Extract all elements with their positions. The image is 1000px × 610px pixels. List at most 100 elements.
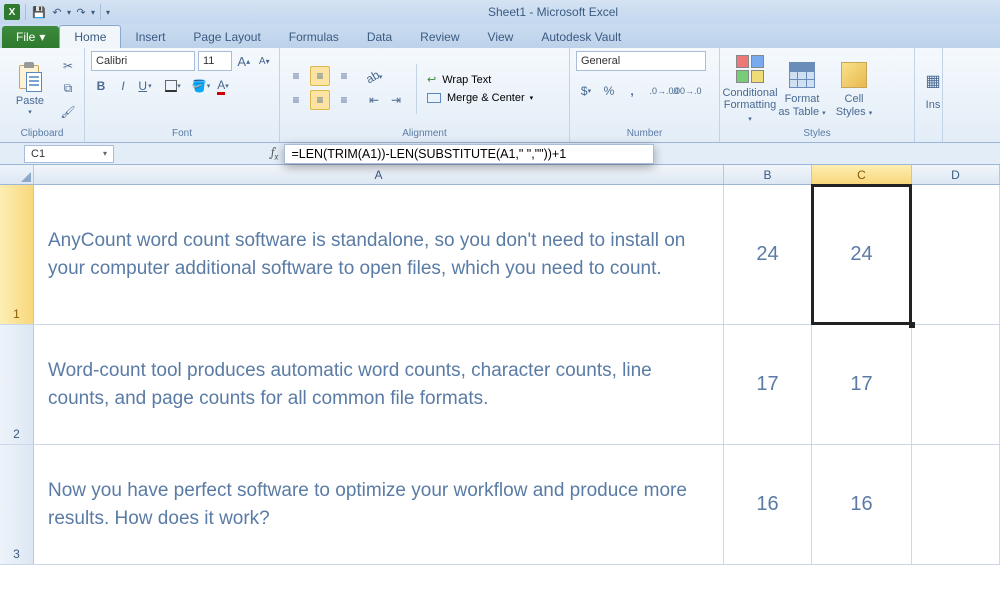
col-header-a[interactable]: A	[34, 165, 724, 184]
insert-cells-button[interactable]: ▦ Ins	[921, 65, 945, 111]
tab-review[interactable]: Review	[406, 26, 473, 48]
comma-button[interactable]: ,	[622, 81, 642, 101]
align-right-button[interactable]: ≡	[334, 90, 354, 110]
cell-c2[interactable]: 17	[812, 325, 912, 444]
decrease-decimal-button[interactable]: .00→.0	[677, 81, 697, 101]
namebox-dropdown-icon[interactable]: ▾	[103, 149, 107, 158]
tab-vault[interactable]: Autodesk Vault	[527, 26, 635, 48]
border-icon	[165, 80, 177, 92]
tab-file[interactable]: File ▾	[2, 26, 59, 48]
formula-bar: C1▾ fx	[0, 143, 1000, 165]
group-styles: Conditional Formatting ▾ Format as Table…	[720, 48, 915, 142]
redo-icon[interactable]: ↷	[73, 4, 89, 20]
group-clipboard: Paste ▾ ✂ ⧉ 🖌 Clipboard	[0, 48, 85, 142]
tab-formulas[interactable]: Formulas	[275, 26, 353, 48]
wrap-icon: ↩	[427, 73, 436, 86]
cell-c1[interactable]: 24	[812, 185, 912, 324]
tab-pagelayout[interactable]: Page Layout	[179, 26, 274, 48]
paste-button[interactable]: Paste ▾	[6, 61, 54, 115]
merge-center-button[interactable]: Merge & Center ▾	[427, 92, 533, 104]
row-header-1[interactable]: 1	[0, 185, 34, 324]
font-size-combo[interactable]	[198, 51, 232, 71]
group-font: A▴ A▾ B I U▾ ▾ 🪣▾ A▾ Font	[85, 48, 280, 142]
col-header-d[interactable]: D	[912, 165, 1000, 184]
selection-handle[interactable]	[909, 322, 915, 328]
increase-indent-button[interactable]: ⇥	[386, 90, 406, 110]
col-header-c[interactable]: C	[812, 165, 912, 184]
cell-styles-icon	[841, 62, 867, 88]
group-styles-label: Styles	[726, 126, 908, 142]
table-icon	[789, 62, 815, 88]
fill-color-button[interactable]: 🪣▾	[191, 76, 211, 96]
group-font-label: Font	[91, 126, 273, 142]
font-family-combo[interactable]	[91, 51, 195, 71]
increase-decimal-button[interactable]: .0→.00	[654, 81, 674, 101]
format-as-table-button[interactable]: Format as Table ▾	[778, 59, 826, 117]
cell-a2[interactable]: Word-count tool produces automatic word …	[34, 325, 724, 444]
font-color-button[interactable]: A▾	[213, 76, 233, 96]
row-header-3[interactable]: 3	[0, 445, 34, 564]
format-painter-button[interactable]: 🖌	[58, 102, 78, 122]
col-header-b[interactable]: B	[724, 165, 812, 184]
cell-b3[interactable]: 16	[724, 445, 812, 564]
formula-input[interactable]	[284, 144, 654, 164]
align-bottom-button[interactable]: ≡	[334, 66, 354, 86]
underline-button[interactable]: U▾	[135, 76, 155, 96]
cut-button[interactable]: ✂	[58, 56, 78, 76]
cell-d3[interactable]	[912, 445, 1000, 564]
shrink-font-button[interactable]: A▾	[256, 51, 274, 71]
cell-b1[interactable]: 24	[724, 185, 812, 324]
title-bar: X 💾 ↶ ▾ ↷ ▾ ▾ Sheet1 - Microsoft Excel	[0, 0, 1000, 24]
scissors-icon: ✂	[63, 59, 73, 73]
group-cells-partial: ▦ Ins	[915, 48, 943, 142]
cell-b2[interactable]: 17	[724, 325, 812, 444]
copy-icon: ⧉	[64, 81, 73, 96]
align-left-button[interactable]: ≡	[286, 90, 306, 110]
worksheet[interactable]: A B C D 1 AnyCount word count software i…	[0, 165, 1000, 565]
grow-font-button[interactable]: A▴	[235, 51, 253, 71]
conditional-formatting-icon	[736, 55, 764, 83]
number-format-combo[interactable]	[576, 51, 706, 71]
conditional-formatting-button[interactable]: Conditional Formatting ▾	[726, 53, 774, 123]
tab-home[interactable]: Home	[59, 25, 121, 48]
tab-data[interactable]: Data	[353, 26, 406, 48]
decrease-indent-button[interactable]: ⇤	[364, 90, 384, 110]
cell-c3[interactable]: 16	[812, 445, 912, 564]
align-top-button[interactable]: ≡	[286, 66, 306, 86]
align-center-button[interactable]: ≡	[310, 90, 330, 110]
name-box[interactable]: C1▾	[24, 145, 114, 163]
fx-icon[interactable]: fx	[271, 145, 278, 162]
row-header-2[interactable]: 2	[0, 325, 34, 444]
excel-icon: X	[4, 4, 20, 20]
tab-insert[interactable]: Insert	[121, 26, 179, 48]
orientation-icon: ab	[363, 68, 382, 87]
wrap-text-button[interactable]: ↩ Wrap Text	[427, 73, 533, 86]
merge-icon	[427, 93, 441, 103]
cell-a3[interactable]: Now you have perfect software to optimiz…	[34, 445, 724, 564]
orientation-button[interactable]: ab▾	[364, 67, 384, 87]
italic-button[interactable]: I	[113, 76, 133, 96]
borders-button[interactable]: ▾	[163, 76, 183, 96]
cell-d1[interactable]	[912, 185, 1000, 324]
percent-button[interactable]: %	[599, 81, 619, 101]
group-alignment: ≡ ≡ ≡ ≡ ≡ ≡ ab▾ ⇤ ⇥ ↩ Wrap Text	[280, 48, 570, 142]
undo-icon[interactable]: ↶	[49, 4, 65, 20]
bucket-icon: 🪣	[192, 79, 207, 93]
cell-a1[interactable]: AnyCount word count software is standalo…	[34, 185, 724, 324]
redo-dropdown-icon[interactable]: ▾	[91, 8, 95, 17]
copy-button[interactable]: ⧉	[58, 79, 78, 99]
group-clipboard-label: Clipboard	[6, 126, 78, 142]
group-number: $▾ % , .0→.00 .00→.0 Number	[570, 48, 720, 142]
paste-icon	[16, 62, 44, 92]
cell-styles-button[interactable]: Cell Styles ▾	[830, 59, 878, 117]
align-middle-button[interactable]: ≡	[310, 66, 330, 86]
ribbon-tabs: File ▾ Home Insert Page Layout Formulas …	[0, 24, 1000, 48]
undo-dropdown-icon[interactable]: ▾	[67, 8, 71, 17]
group-number-label: Number	[576, 126, 713, 142]
select-all-corner[interactable]	[0, 165, 34, 184]
tab-view[interactable]: View	[474, 26, 528, 48]
cell-d2[interactable]	[912, 325, 1000, 444]
bold-button[interactable]: B	[91, 76, 111, 96]
save-icon[interactable]: 💾	[31, 4, 47, 20]
accounting-format-button[interactable]: $▾	[576, 81, 596, 101]
